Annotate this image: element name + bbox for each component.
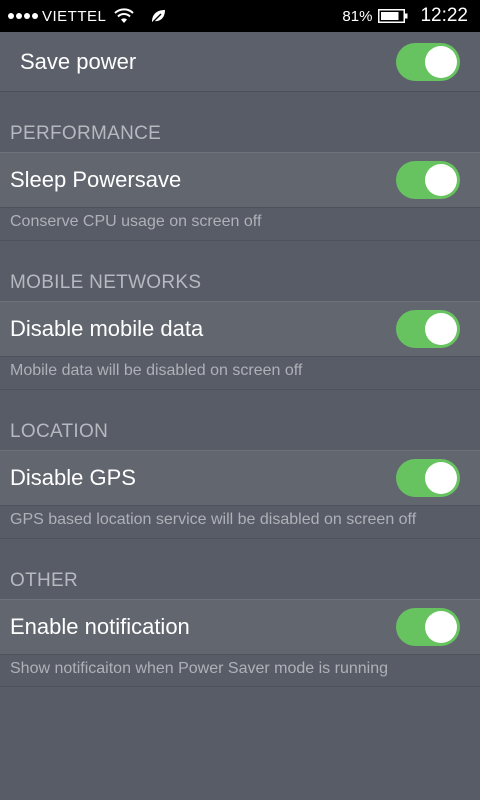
save-power-toggle[interactable] — [396, 43, 460, 81]
leaf-icon — [150, 8, 166, 24]
wifi-icon — [114, 8, 135, 24]
sleep-powersave-description: Conserve CPU usage on screen off — [10, 213, 262, 230]
disable-gps-toggle[interactable] — [396, 459, 460, 497]
carrier-name: VIETTEL — [42, 7, 107, 25]
clock: 12:22 — [420, 5, 468, 26]
divider — [0, 240, 480, 241]
disable-mobile-data-toggle[interactable] — [396, 310, 460, 348]
toggle-knob — [425, 164, 457, 196]
section-header-other: OTHER — [10, 570, 78, 591]
enable-notification-row[interactable]: Enable notification — [0, 599, 480, 655]
sleep-powersave-label: Sleep Powersave — [10, 167, 182, 192]
section-header-mobile-networks: MOBILE NETWORKS — [10, 272, 202, 293]
enable-notification-label: Enable notification — [10, 614, 190, 639]
battery-percentage: 81% — [342, 7, 373, 25]
divider — [0, 538, 480, 539]
toggle-knob — [425, 611, 457, 643]
battery-icon — [378, 9, 408, 23]
save-power-label: Save power — [20, 48, 137, 74]
save-power-row[interactable]: Save power — [0, 32, 480, 92]
disable-mobile-data-description: Mobile data will be disabled on screen o… — [10, 362, 303, 379]
sleep-powersave-row[interactable]: Sleep Powersave — [0, 152, 480, 208]
sleep-powersave-toggle[interactable] — [396, 161, 460, 199]
enable-notification-toggle[interactable] — [396, 608, 460, 646]
toggle-knob — [425, 313, 457, 345]
signal-strength-icon — [8, 13, 38, 19]
enable-notification-description: Show notificaiton when Power Saver mode … — [10, 660, 388, 677]
divider — [0, 686, 480, 687]
disable-gps-row[interactable]: Disable GPS — [0, 450, 480, 506]
toggle-knob — [425, 46, 457, 78]
disable-mobile-data-row[interactable]: Disable mobile data — [0, 301, 480, 357]
section-header-location: LOCATION — [10, 421, 109, 442]
disable-gps-description: GPS based location service will be disab… — [10, 511, 417, 528]
toggle-knob — [425, 462, 457, 494]
disable-gps-label: Disable GPS — [10, 465, 136, 490]
divider — [0, 389, 480, 390]
section-header-performance: PERFORMANCE — [10, 123, 162, 144]
status-bar: VIETTEL 81% 12:22 — [0, 0, 480, 32]
disable-mobile-data-label: Disable mobile data — [10, 316, 204, 341]
